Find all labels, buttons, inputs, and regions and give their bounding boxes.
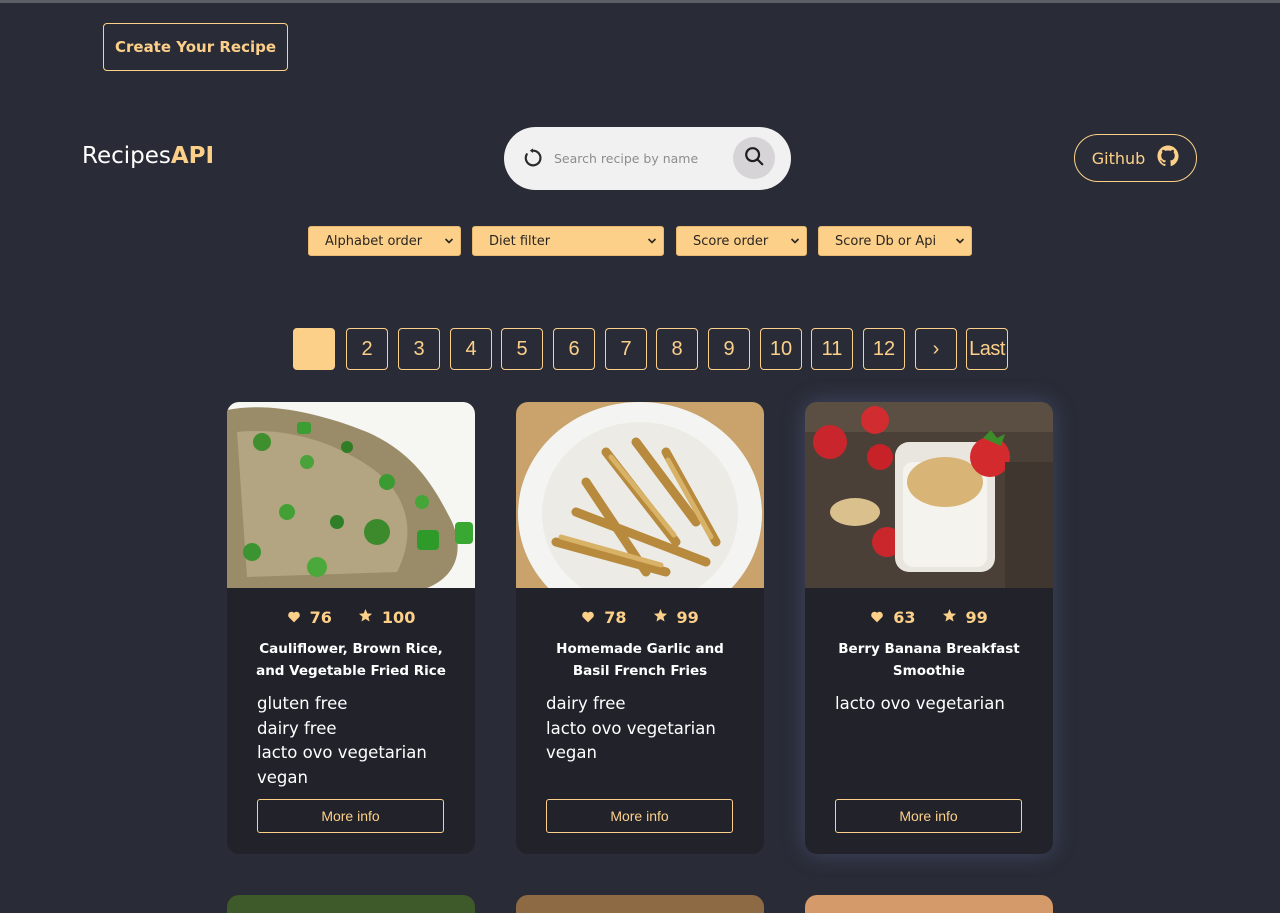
diet-item: dairy free <box>546 694 626 713</box>
window-top-border <box>0 0 1280 3</box>
recipe-image <box>227 402 475 588</box>
likes-count: 78 <box>604 607 627 627</box>
brand-accent: API <box>170 143 215 169</box>
github-icon <box>1157 145 1179 171</box>
github-label: Github <box>1091 148 1146 168</box>
recipe-card: 63 99 Berry Banana Breakfast Smoothie la… <box>805 402 1053 854</box>
reload-icon[interactable] <box>522 147 544 169</box>
next-page-button[interactable]: › <box>915 328 957 370</box>
page-button-2[interactable]: 2 <box>346 328 388 370</box>
last-page-button[interactable]: Last <box>966 328 1008 370</box>
search-button[interactable] <box>733 137 775 179</box>
chevron-down-icon <box>790 235 800 247</box>
score-order-label: Score order <box>693 233 769 249</box>
more-info-button[interactable]: More info <box>257 799 444 833</box>
diet-item: vegan <box>257 767 308 787</box>
recipe-title: Cauliflower, Brown Rice, and Vegetable F… <box>256 641 446 679</box>
page-button-7[interactable]: 7 <box>605 328 647 370</box>
page-button-11[interactable]: 11 <box>811 328 853 370</box>
search-input[interactable] <box>554 145 730 171</box>
health-score: 100 <box>381 607 416 627</box>
diet-item: vegan <box>546 743 597 762</box>
health-score: 99 <box>676 607 699 627</box>
alphabet-order-select[interactable]: Alphabet order <box>308 226 461 256</box>
diet-list: dairy free lacto ovo vegetarian vegan <box>546 692 746 766</box>
score-source-select[interactable]: Score Db or Api <box>818 226 972 256</box>
diet-filter-select[interactable]: Diet filter <box>472 226 664 256</box>
recipe-image <box>805 402 1053 588</box>
alphabet-order-label: Alphabet order <box>325 233 423 249</box>
recipe-title: Homemade Garlic and Basil French Fries <box>556 641 724 679</box>
diet-filter-label: Diet filter <box>489 233 551 249</box>
diet-list: lacto ovo vegetarian <box>835 692 1035 717</box>
brand-logo[interactable]: RecipesAPI <box>82 143 214 169</box>
recipe-title: Berry Banana Breakfast Smoothie <box>838 641 1020 679</box>
diet-item: lacto ovo vegetarian <box>546 718 716 738</box>
more-info-button[interactable]: More info <box>546 799 733 833</box>
health-score: 99 <box>965 607 988 627</box>
more-info-button[interactable]: More info <box>835 799 1022 833</box>
chevron-down-icon <box>955 235 965 247</box>
diet-item: dairy free <box>257 718 337 738</box>
recipe-card: 78 99 Homemade Garlic and Basil French F… <box>516 402 764 854</box>
page-button-4[interactable]: 4 <box>450 328 492 370</box>
heart-icon <box>870 608 884 627</box>
likes-count: 76 <box>309 607 332 627</box>
diet-list: gluten free dairy free lacto ovo vegetar… <box>257 692 457 790</box>
likes-count: 63 <box>893 607 916 627</box>
recipe-card-partial <box>227 895 475 913</box>
recipe-card: 76 100 Cauliflower, Brown Rice, and Vege… <box>227 402 475 854</box>
page-button-10[interactable]: 10 <box>760 328 802 370</box>
chevron-down-icon <box>444 235 454 247</box>
chevron-down-icon <box>647 235 657 247</box>
page-button-8[interactable]: 8 <box>656 328 698 370</box>
search-icon <box>743 145 765 171</box>
diet-item: lacto ovo vegetarian <box>257 743 427 762</box>
page-label-current: 1 <box>308 337 320 360</box>
search-bar <box>504 127 791 190</box>
recipe-image <box>516 402 764 588</box>
recipe-card-partial <box>805 895 1053 913</box>
score-order-select[interactable]: Score order <box>676 226 807 256</box>
star-icon <box>358 608 373 627</box>
github-button[interactable]: Github <box>1074 134 1197 182</box>
brand-prefix: Recipes <box>82 143 171 169</box>
page-button-12[interactable]: 12 <box>863 328 905 370</box>
page-button-6[interactable]: 6 <box>553 328 595 370</box>
page-button-5[interactable]: 5 <box>501 328 543 370</box>
create-recipe-button[interactable]: Create Your Recipe <box>103 23 288 71</box>
page-button-9[interactable]: 9 <box>708 328 750 370</box>
page-button-current[interactable]: 1 <box>293 328 335 370</box>
star-icon <box>942 608 957 627</box>
score-source-label: Score Db or Api <box>835 233 937 249</box>
star-icon <box>653 608 668 627</box>
recipe-card-partial <box>516 895 764 913</box>
page-button-3[interactable]: 3 <box>398 328 440 370</box>
diet-item: gluten free <box>257 694 348 713</box>
heart-icon <box>287 608 301 627</box>
heart-icon <box>581 608 595 627</box>
diet-item: lacto ovo vegetarian <box>835 694 1005 713</box>
